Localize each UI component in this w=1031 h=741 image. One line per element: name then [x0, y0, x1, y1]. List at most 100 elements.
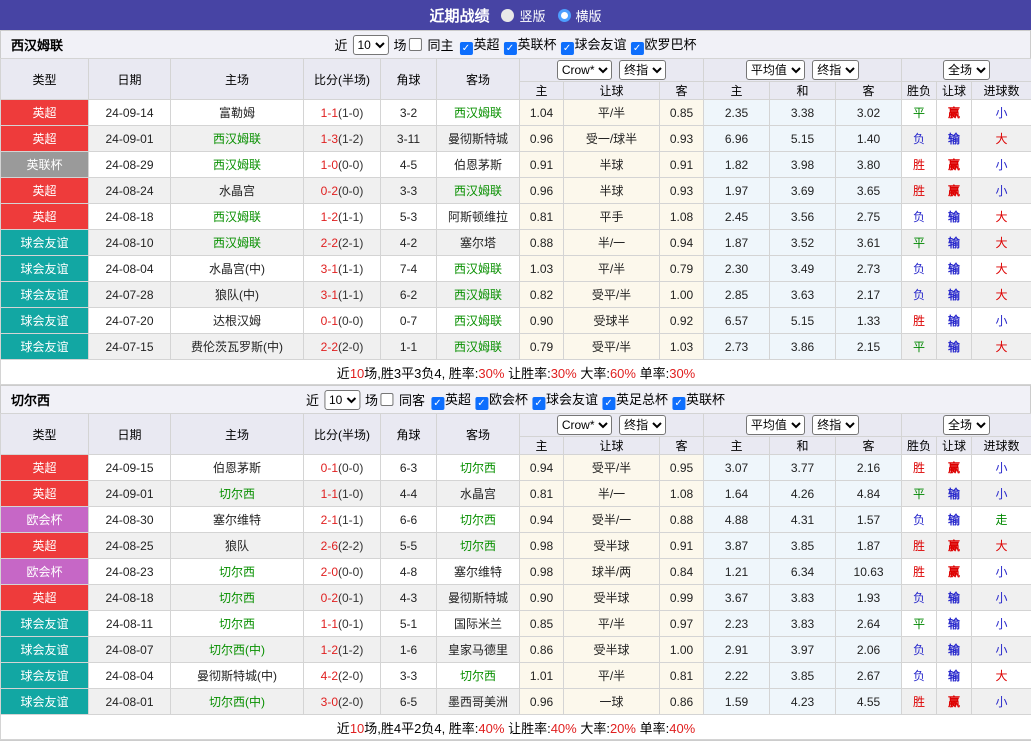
- match-count-select[interactable]: 10: [324, 390, 360, 410]
- league-filter[interactable]: ✓英超: [459, 37, 499, 52]
- league-filter-label: 英联杯: [686, 392, 725, 407]
- checkbox-icon[interactable]: ✓: [532, 397, 545, 410]
- result-wdl-cell: 负: [902, 126, 937, 152]
- match-date-cell: 24-08-04: [89, 663, 171, 689]
- average-odds-select[interactable]: 平均值: [746, 415, 805, 435]
- score-cell: 2-2(2-1): [304, 230, 381, 256]
- result-wdl-cell: 平: [902, 334, 937, 360]
- handicap-away-odds-cell: 0.79: [660, 256, 704, 282]
- league-filter[interactable]: ✓欧会杯: [475, 392, 528, 407]
- euro-home-odds-cell: 3.07: [704, 455, 770, 481]
- summary-segment: 30%: [478, 366, 504, 381]
- scope-select[interactable]: 全场: [943, 415, 990, 435]
- radio-vertical-label[interactable]: 竖版: [519, 6, 545, 25]
- fulltime-score: 0-2: [321, 184, 338, 198]
- handicap-home-odds-cell: 0.85: [520, 611, 564, 637]
- home-team-cell: 切尔西(中): [171, 637, 304, 663]
- column-header-ah-line: 让球: [564, 82, 660, 100]
- euro-stage-select[interactable]: 终指: [812, 60, 859, 80]
- filters-bar: 近 10 场 同客 ✓英超✓欧会杯✓球会友谊✓英足总杯✓英联杯: [306, 389, 725, 410]
- handicap-stage-select[interactable]: 终指: [619, 60, 666, 80]
- result-wdl-cell: 负: [902, 507, 937, 533]
- column-header-home: 主场: [171, 414, 304, 455]
- league-filter[interactable]: ✓英超: [431, 392, 471, 407]
- league-filter[interactable]: ✓英足总杯: [602, 392, 668, 407]
- result-scope-group: 全场: [902, 59, 1031, 82]
- away-team-cell: 西汉姆联: [437, 256, 520, 282]
- corner-cell: 0-7: [381, 308, 437, 334]
- bookmaker-select[interactable]: Crow*: [557, 60, 612, 80]
- match-count-select[interactable]: 10: [352, 35, 388, 55]
- home-team-cell: 狼队(中): [171, 282, 304, 308]
- league-filter-label: 球会友谊: [575, 37, 627, 52]
- fulltime-score: 1-2: [321, 210, 338, 224]
- league-filter[interactable]: ✓球会友谊: [561, 37, 627, 52]
- checkbox-icon[interactable]: ✓: [459, 42, 472, 55]
- handicap-home-odds-cell: 0.91: [520, 152, 564, 178]
- scope-select[interactable]: 全场: [943, 60, 990, 80]
- result-goals-cell: 大: [972, 204, 1031, 230]
- radio-selected-icon[interactable]: [501, 9, 514, 22]
- league-filter[interactable]: ✓球会友谊: [532, 392, 598, 407]
- euro-away-odds-cell: 3.80: [836, 152, 902, 178]
- result-handicap-cell: 赢: [937, 100, 972, 126]
- radio-horizontal-label[interactable]: 横版: [576, 6, 602, 25]
- checkbox-icon[interactable]: ✓: [504, 42, 517, 55]
- checkbox-icon[interactable]: ✓: [602, 397, 615, 410]
- handicap-line-cell: 受平/半: [564, 455, 660, 481]
- league-badge: 英超: [1, 533, 89, 559]
- euro-home-odds-cell: 1.21: [704, 559, 770, 585]
- corner-cell: 3-3: [381, 178, 437, 204]
- fulltime-score: 0-2: [321, 591, 338, 605]
- corner-cell: 6-5: [381, 689, 437, 715]
- checkbox-icon[interactable]: ✓: [672, 397, 685, 410]
- result-handicap-cell: 输: [937, 663, 972, 689]
- euro-away-odds-cell: 2.75: [836, 204, 902, 230]
- euro-draw-odds-cell: 3.85: [770, 663, 836, 689]
- venue-checkbox-icon[interactable]: [408, 38, 421, 51]
- summary-segment: 场,胜4平2负4, 胜率:: [364, 721, 478, 736]
- bookmaker-select[interactable]: Crow*: [557, 415, 612, 435]
- corner-cell: 5-1: [381, 611, 437, 637]
- corner-cell: 6-6: [381, 507, 437, 533]
- recent-results-panel: 近期战绩 竖版 横版 西汉姆联 近 10 场 同主 ✓英超✓英联杯✓球会友谊✓欧…: [0, 0, 1031, 741]
- league-filter-label: 英超: [473, 37, 499, 52]
- score-cell: 2-0(0-0): [304, 559, 381, 585]
- average-odds-select[interactable]: 平均值: [746, 60, 805, 80]
- handicap-stage-select[interactable]: 终指: [619, 415, 666, 435]
- league-filter[interactable]: ✓英联杯: [672, 392, 725, 407]
- result-goals-cell: 大: [972, 334, 1031, 360]
- league-filter[interactable]: ✓英联杯: [504, 37, 557, 52]
- score-cell: 1-1(1-0): [304, 481, 381, 507]
- radio-unselected-icon[interactable]: [558, 9, 571, 22]
- layout-radio-horizontal[interactable]: 横版: [558, 6, 602, 25]
- checkbox-icon[interactable]: ✓: [475, 397, 488, 410]
- score-cell: 0-2(0-1): [304, 585, 381, 611]
- euro-odds-group: 平均值 终指: [704, 414, 902, 437]
- euro-stage-select[interactable]: 终指: [812, 415, 859, 435]
- result-wdl-cell: 负: [902, 204, 937, 230]
- summary-segment: 单率:: [636, 366, 669, 381]
- league-filter[interactable]: ✓欧罗巴杯: [631, 37, 697, 52]
- near-label: 近: [334, 35, 347, 54]
- checkbox-icon[interactable]: ✓: [631, 42, 644, 55]
- halftime-score: (1-2): [338, 643, 363, 657]
- venue-checkbox-icon[interactable]: [380, 393, 393, 406]
- result-handicap-cell: 输: [937, 611, 972, 637]
- layout-radio-vertical[interactable]: 竖版: [501, 6, 545, 25]
- games-label: 场: [393, 35, 406, 54]
- column-header-score: 比分(半场): [304, 59, 381, 100]
- league-filter-label: 英超: [445, 392, 471, 407]
- away-team-cell: 曼彻斯特城: [437, 585, 520, 611]
- result-goals-cell: 大: [972, 533, 1031, 559]
- euro-draw-odds-cell: 3.69: [770, 178, 836, 204]
- fulltime-score: 2-0: [321, 565, 338, 579]
- result-wdl-cell: 胜: [902, 559, 937, 585]
- home-team-cell: 塞尔维特: [171, 507, 304, 533]
- checkbox-icon[interactable]: ✓: [431, 397, 444, 410]
- euro-draw-odds-cell: 3.83: [770, 585, 836, 611]
- home-team-cell: 曼彻斯特城(中): [171, 663, 304, 689]
- euro-draw-odds-cell: 3.38: [770, 100, 836, 126]
- match-row: 英超24-09-01西汉姆联1-3(1-2)3-11曼彻斯特城0.96受一/球半…: [1, 126, 1031, 152]
- checkbox-icon[interactable]: ✓: [561, 42, 574, 55]
